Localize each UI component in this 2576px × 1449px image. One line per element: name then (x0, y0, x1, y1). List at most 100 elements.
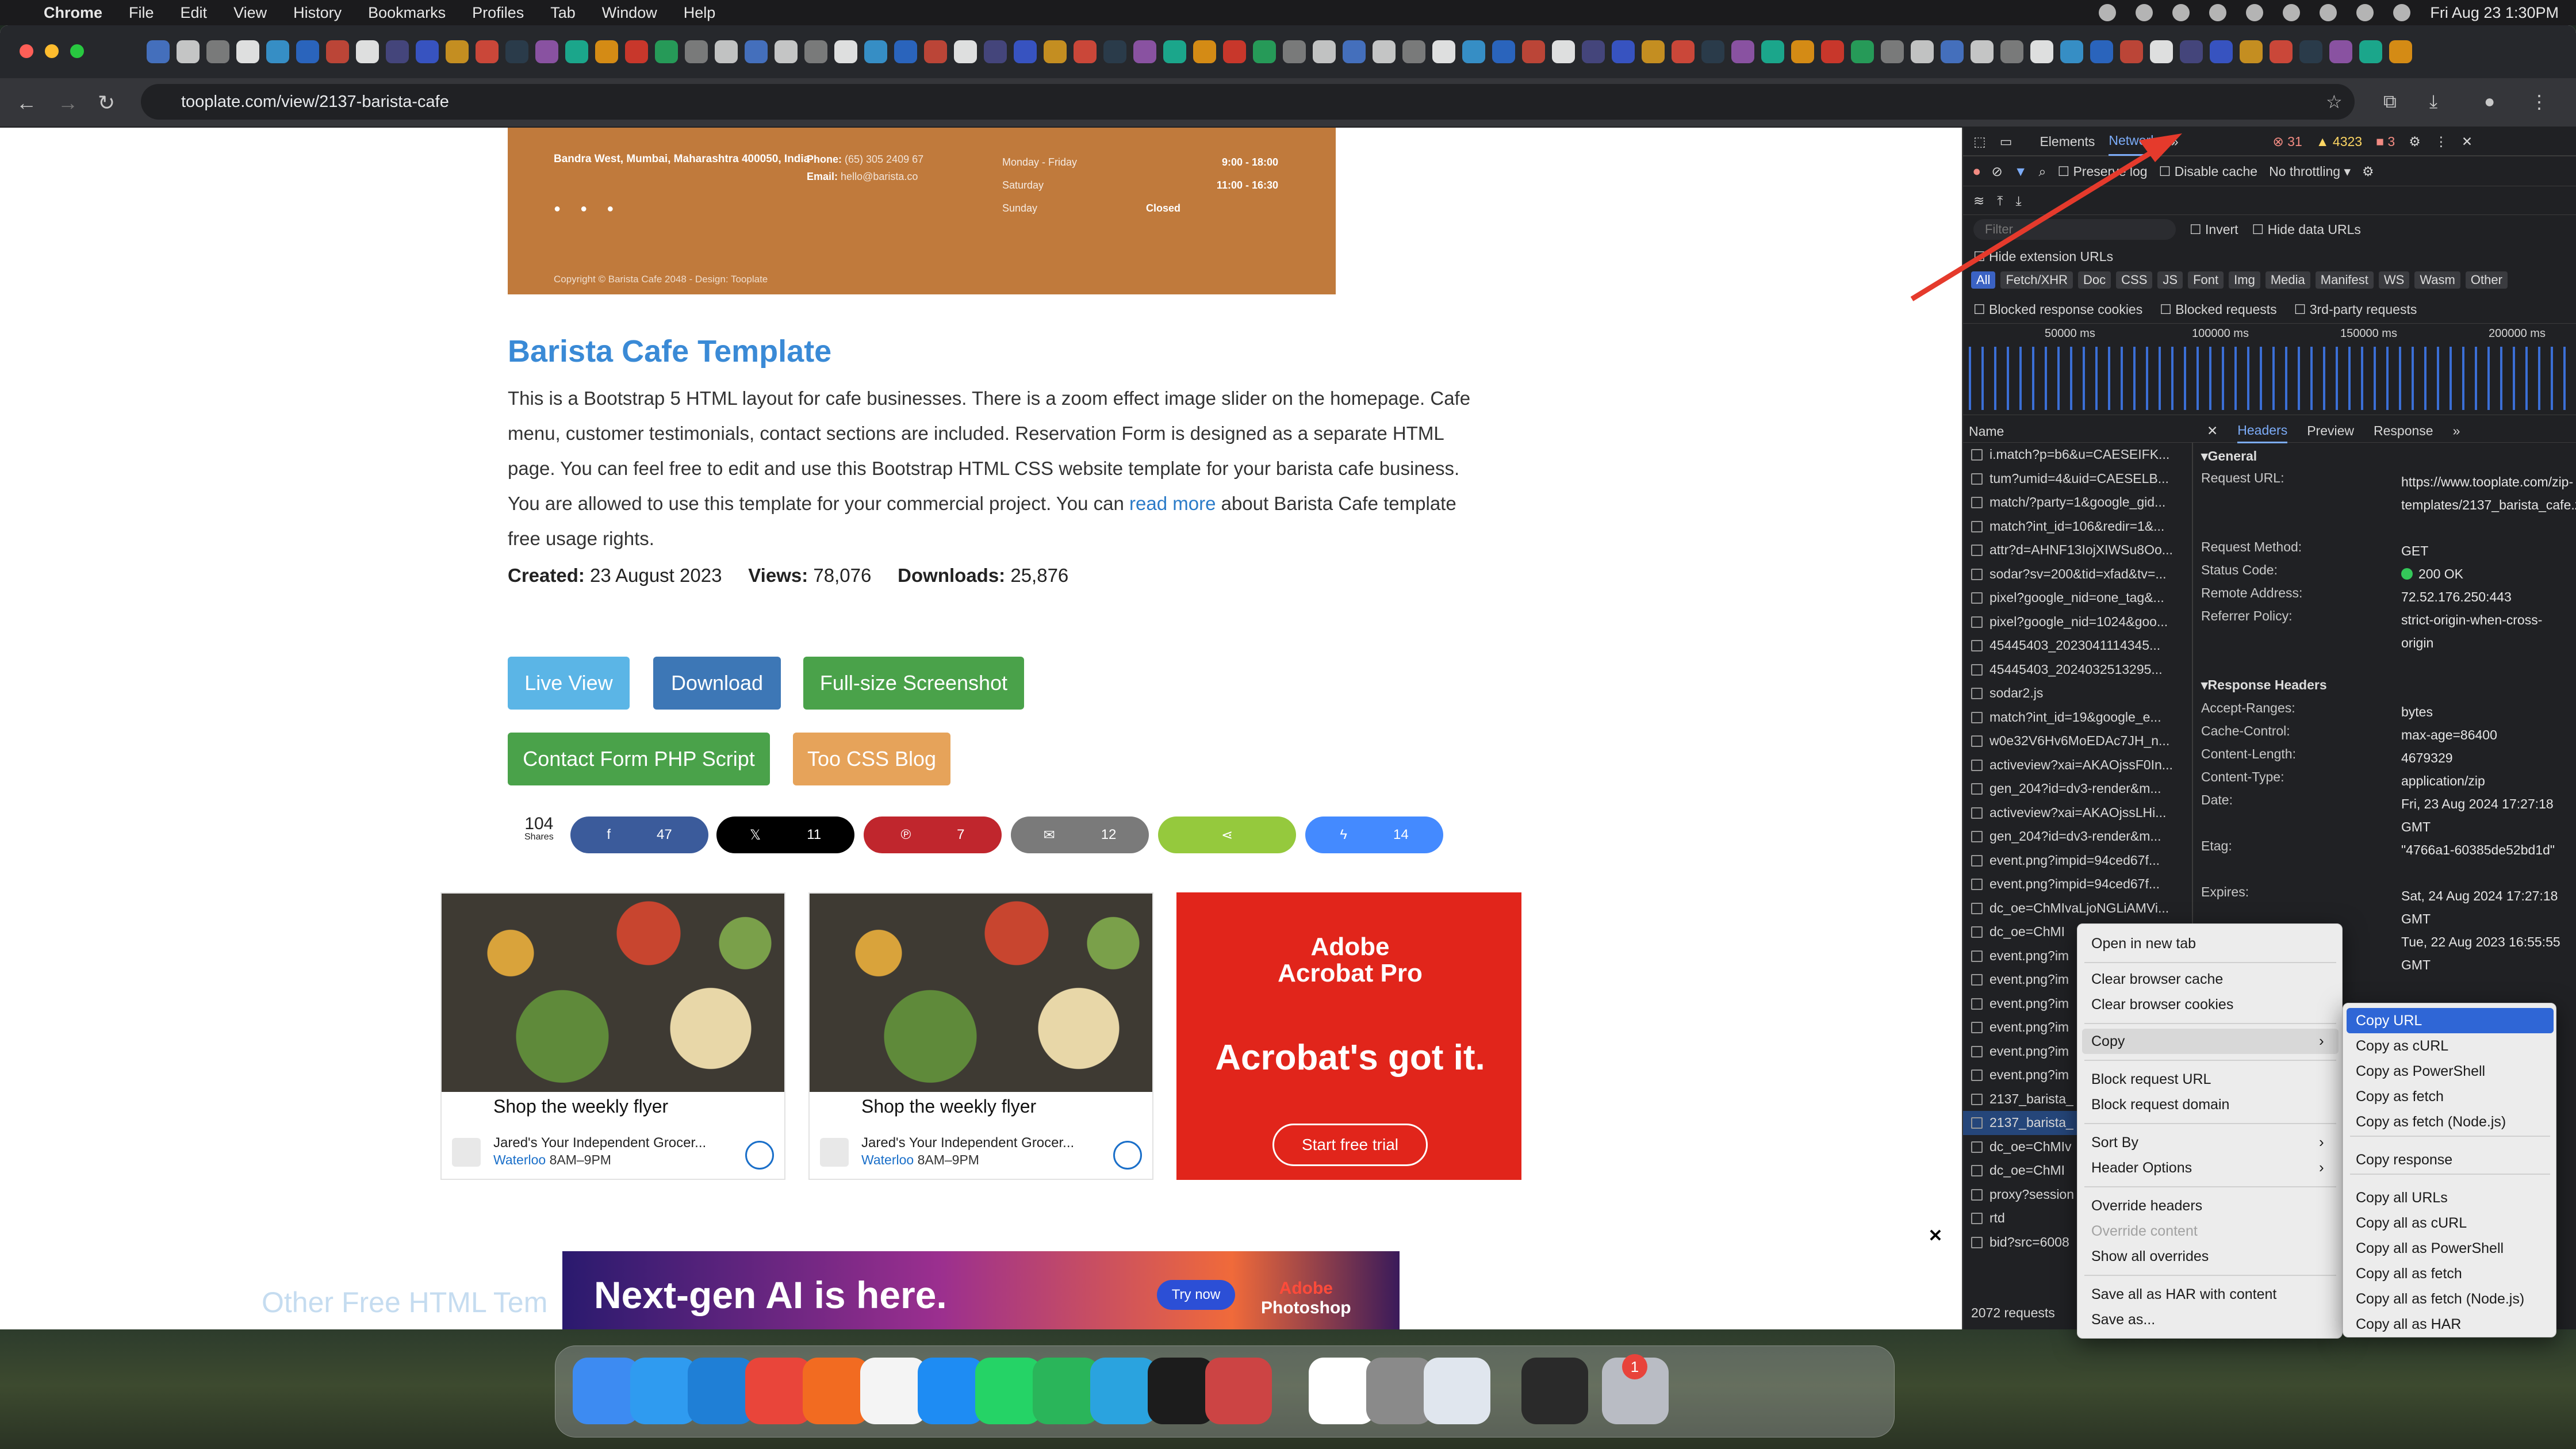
whatsapp-icon[interactable] (975, 1358, 1042, 1424)
try-now-button[interactable]: Try now (1157, 1280, 1235, 1310)
warning-count-badge[interactable]: ▲ 4323 (2316, 134, 2362, 150)
copy-menu-item[interactable]: Copy all as HAR (2356, 1316, 2461, 1333)
pinned-tab-favicon[interactable] (1971, 40, 1994, 63)
reload-icon[interactable]: ↻ (98, 91, 115, 115)
pinned-tab-favicon[interactable] (296, 40, 319, 63)
pinterest-share-button[interactable]: ℗ 7 (864, 816, 1002, 853)
menu-file[interactable]: File (129, 4, 154, 22)
pinned-tab-favicon[interactable] (864, 40, 887, 63)
pinned-tab-favicon[interactable] (1731, 40, 1754, 63)
facebook-share-button[interactable]: f 47 (570, 816, 708, 853)
export-har-icon[interactable]: ⤓ (2015, 193, 2021, 209)
tab-network[interactable]: Network (2109, 127, 2157, 156)
filter-icon[interactable]: ▼ (2014, 164, 2027, 179)
finder-icon[interactable] (573, 1358, 639, 1424)
menu-save-as[interactable]: Save as... (2091, 1312, 2155, 1328)
menu-block-url[interactable]: Block request URL (2091, 1071, 2211, 1088)
device-toolbar-icon[interactable]: ▭ (2000, 134, 2012, 150)
copy-menu-item[interactable]: Copy as fetch (2356, 1088, 2444, 1105)
pinned-tab-favicon[interactable] (505, 40, 528, 63)
tab-elements[interactable]: Elements (2040, 134, 2095, 150)
chrome-menu-icon[interactable]: ⋮ (2530, 91, 2548, 113)
disable-cache-checkbox[interactable]: ☐ Disable cache (2159, 164, 2257, 179)
copy-menu-item[interactable]: Copy as cURL (2356, 1038, 2448, 1055)
pinned-tab-favicon[interactable] (655, 40, 678, 63)
third-party-checkbox[interactable]: ☐ 3rd-party requests (2294, 302, 2417, 317)
menu-history[interactable]: History (293, 4, 342, 22)
minimize-window-icon[interactable] (45, 44, 59, 58)
pinned-tab-favicon[interactable] (625, 40, 648, 63)
menubar-app-name[interactable]: Chrome (44, 4, 102, 22)
pinned-tab-favicon[interactable] (1402, 40, 1425, 63)
whatsapp-icon[interactable] (1033, 1358, 1099, 1424)
request-row[interactable]: match?int_id=19&google_e... (1963, 706, 2191, 730)
zoom-window-icon[interactable] (70, 44, 84, 58)
error-count-badge[interactable]: ⊗ 31 (2273, 134, 2302, 150)
pinned-tab-favicon[interactable] (2150, 40, 2173, 63)
filter-font[interactable]: Font (2188, 271, 2224, 289)
email-share-button[interactable]: ✉ 12 (1011, 816, 1149, 853)
control-center-icon[interactable] (2356, 4, 2374, 21)
flyer-ad[interactable]: Shop the weekly flyer Jared's Your Indep… (808, 892, 1153, 1180)
telegram-icon[interactable] (1090, 1358, 1157, 1424)
copy-menu-item[interactable]: Copy as PowerShell (2356, 1063, 2485, 1080)
menu-edit[interactable]: Edit (181, 4, 208, 22)
menu-save-har[interactable]: Save all as HAR with content (2091, 1286, 2276, 1303)
start-free-trial-button[interactable]: Start free trial (1272, 1124, 1428, 1166)
request-row[interactable]: i.match?p=b6&u=CAESEIFK... (1963, 443, 2191, 467)
pinned-tab-favicon[interactable] (804, 40, 827, 63)
pinned-tab-favicon[interactable] (2240, 40, 2263, 63)
close-window-icon[interactable] (20, 44, 33, 58)
status-icon[interactable] (2099, 4, 2117, 21)
contact-form-php-button[interactable]: Contact Form PHP Script (508, 733, 770, 785)
request-row[interactable]: attr?d=AHNF13IojXIWSu8Oo... (1963, 538, 2191, 562)
pinned-tab-favicon[interactable] (894, 40, 917, 63)
pinned-tab-favicon[interactable] (2210, 40, 2233, 63)
request-row[interactable]: gen_204?id=dv3-render&m... (1963, 777, 2191, 801)
photoshop-banner-ad[interactable]: Next-gen AI is here. Try now Adobe Photos… (562, 1251, 1400, 1329)
copy-menu-item[interactable]: Copy all as fetch (2356, 1266, 2462, 1282)
general-section-header[interactable]: ▾General (2201, 448, 2575, 464)
terminal-icon[interactable] (1148, 1358, 1214, 1424)
copy-menu-item[interactable]: Copy response (2356, 1152, 2452, 1168)
throttling-select[interactable]: No throttling ▾ (2269, 164, 2351, 179)
filter-other[interactable]: Other (2465, 271, 2508, 289)
name-column-header[interactable]: Name (1969, 424, 2004, 439)
request-row[interactable]: dc_oe=ChMIvaLjoNGLiAMVi... (1963, 896, 2191, 921)
status-icon[interactable] (2172, 4, 2190, 21)
pinned-tab-favicon[interactable] (1612, 40, 1635, 63)
x-share-button[interactable]: 𝕏 11 (716, 816, 854, 853)
pinned-tab-favicon[interactable] (1044, 40, 1067, 63)
pinned-tab-favicon[interactable] (775, 40, 798, 63)
safari-icon[interactable] (630, 1358, 697, 1424)
menu-window[interactable]: Window (602, 4, 657, 22)
request-row[interactable]: match/?party=1&google_gid... (1963, 490, 2191, 515)
network-timeline-overview[interactable]: 50000 ms 100000 ms 150000 ms 200000 ms (1963, 323, 2576, 415)
request-row[interactable]: 45445403_2023041114345... (1963, 634, 2191, 658)
pinned-tab-favicon[interactable] (1253, 40, 1276, 63)
pinned-tab-favicon[interactable] (1552, 40, 1575, 63)
bluetooth-icon[interactable] (2209, 4, 2227, 21)
clear-icon[interactable]: ⊘ (1992, 164, 2003, 179)
request-row[interactable]: match?int_id=106&redir=1&... (1963, 515, 2191, 539)
close-detail-icon[interactable]: ✕ (2207, 423, 2218, 439)
screen-icon[interactable] (1521, 1358, 1588, 1424)
pinned-tab-favicon[interactable] (266, 40, 289, 63)
copy-menu-item[interactable]: Copy as fetch (Node.js) (2356, 1114, 2506, 1130)
pinned-tab-favicon[interactable] (1522, 40, 1545, 63)
more-detail-tabs-icon[interactable]: » (2453, 423, 2460, 439)
request-row[interactable]: sodar2.js (1963, 681, 2191, 706)
share-more-button[interactable]: ⋖ (1158, 816, 1296, 853)
inspect-icon[interactable]: ⬚ (1973, 134, 1986, 150)
copy-menu-item[interactable]: Copy all as PowerShell (2356, 1240, 2504, 1257)
pinned-tab-favicon[interactable] (1343, 40, 1366, 63)
copy-menu-item[interactable]: Copy all as fetch (Node.js) (2356, 1291, 2524, 1308)
tab-response[interactable]: Response (2374, 423, 2433, 439)
search-icon[interactable] (2320, 4, 2337, 21)
edge-icon[interactable] (688, 1358, 754, 1424)
status-icon[interactable] (2246, 4, 2264, 21)
menu-clear-cache[interactable]: Clear browser cache (2091, 971, 2223, 988)
devtools-menu-icon[interactable]: ⋮ (2435, 134, 2448, 150)
pinned-tab-favicon[interactable] (1313, 40, 1336, 63)
request-row[interactable]: pixel?google_nid=1024&goo... (1963, 610, 2191, 634)
